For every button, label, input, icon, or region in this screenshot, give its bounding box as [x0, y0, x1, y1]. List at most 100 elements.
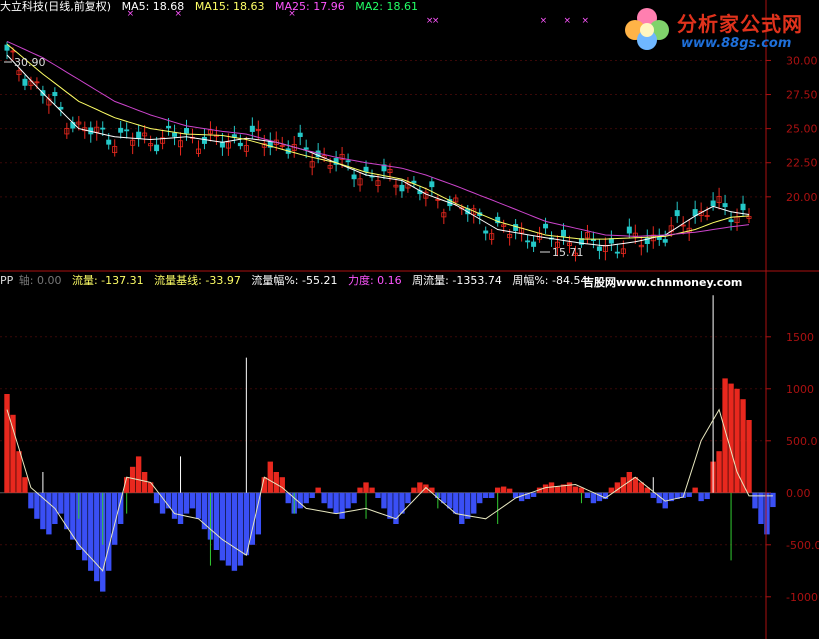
indicator-name: PP	[0, 274, 14, 287]
signal-mark: ×	[432, 16, 440, 26]
flow-value: 流量: -137.31	[71, 274, 144, 287]
flow-bar-positive	[16, 451, 22, 493]
flow-bar-negative	[183, 492, 190, 514]
flow-bar-positive	[566, 482, 573, 493]
logo-88gs: 分析家公式网 www.88gs.com	[619, 4, 815, 54]
flow-bar-negative	[447, 492, 453, 509]
ma5-value: MA5: 18.68	[121, 0, 185, 13]
flow-bar-positive	[692, 487, 698, 493]
flow-bar-positive	[315, 487, 321, 493]
flow-bar-positive	[279, 477, 285, 493]
flow-bar-positive	[10, 414, 16, 493]
logo-url: www.88gs.com	[681, 36, 792, 51]
ind-tick-label: 500.0	[786, 435, 818, 448]
flow-bar-negative	[195, 492, 202, 519]
flow-bar-negative	[34, 492, 40, 519]
ma15-value: MA15: 18.63	[194, 0, 265, 13]
candle-down	[351, 174, 357, 180]
candle-down	[106, 139, 112, 145]
flow-bar-positive	[572, 486, 579, 493]
candle-down	[722, 203, 728, 208]
flow-bar-positive	[363, 482, 369, 493]
flow-bar-negative	[219, 492, 226, 561]
line-ma5	[6, 54, 750, 247]
flow-bar-positive	[369, 487, 375, 493]
flow-bar-negative	[459, 492, 465, 524]
stock-title: 大立科技(日线,前复权)	[0, 0, 112, 13]
flow-bar-positive	[4, 394, 10, 493]
line-ma15	[6, 43, 750, 240]
flow-bar-negative	[345, 492, 351, 509]
flow-bar-negative	[58, 492, 64, 514]
candle-down	[543, 223, 549, 229]
flow-bar-negative	[231, 492, 238, 571]
flow-bar-negative	[94, 492, 100, 582]
ma25-value: MA25: 17.96	[275, 0, 345, 13]
flow-bar-positive	[267, 461, 273, 493]
candle-down	[429, 181, 435, 188]
flow-bar-negative	[82, 492, 88, 561]
candle-down	[561, 229, 566, 237]
candle-down	[513, 224, 519, 231]
candle-down	[710, 200, 716, 207]
flow-bar-negative	[453, 492, 459, 514]
flow-base-value: 流量基线: -33.97	[154, 274, 241, 287]
flow-bar-negative	[321, 492, 327, 504]
flow-bar-negative	[489, 492, 495, 498]
candle-down	[656, 236, 662, 240]
flow-bar-negative	[477, 492, 483, 504]
candle-down	[201, 136, 207, 144]
flow-bar-negative	[237, 492, 244, 566]
flow-bar-negative	[387, 492, 393, 519]
candle-down	[22, 78, 28, 86]
stock-chart: 30.0027.5025.0022.5020.00× × ××× × × × 150010…	[0, 0, 819, 639]
week-pct-value: 周幅%: -84.54	[512, 274, 588, 287]
candle-down	[166, 125, 172, 129]
flow-pct-value: 流量幅%: -55.21	[251, 274, 338, 287]
candle-down	[100, 127, 106, 130]
candle-down	[626, 226, 632, 234]
flow-bar-negative	[339, 492, 345, 519]
price-tick-label: 27.50	[786, 89, 818, 102]
ind-tick-label: 1500	[786, 331, 814, 344]
flow-bar-negative	[770, 492, 776, 508]
price-tick-label: 30.00	[786, 54, 818, 67]
flow-bar-negative	[171, 492, 178, 519]
candle-down	[136, 131, 142, 139]
flow-bar-negative	[327, 492, 333, 509]
flow-bar-positive	[411, 487, 417, 493]
flow-bar-negative	[351, 492, 357, 504]
candle-down	[614, 251, 620, 254]
flow-bar-negative	[46, 492, 52, 535]
price-header: 大立科技(日线,前复权) MA5: 18.68 MA15: 18.63 MA25…	[0, 0, 425, 13]
flow-bar-positive	[494, 487, 501, 493]
candle-down	[118, 127, 124, 133]
candle-down	[363, 166, 369, 172]
flow-bar-positive	[141, 472, 148, 493]
flow-bar-positive	[554, 486, 561, 493]
flow-bar-negative	[297, 492, 303, 509]
flow-bar-positive	[734, 388, 740, 493]
watermark-chnmoney: 吉股网www.chnmoney.com	[583, 276, 743, 289]
flow-bar-positive	[716, 451, 722, 493]
ma2-value: MA2: 18.61	[355, 0, 418, 13]
ind-tick-label: -500.0	[786, 539, 819, 552]
candle-down	[399, 184, 405, 192]
signal-mark: ×	[581, 16, 589, 26]
line-ma25	[6, 40, 750, 237]
flow-bar-negative	[106, 492, 112, 571]
flow-bar-positive	[740, 399, 746, 493]
flow-bar-positive	[500, 486, 507, 493]
flow-bar-negative	[255, 492, 262, 535]
flow-bar-negative	[530, 492, 537, 497]
flow-bar-negative	[153, 492, 160, 504]
indicator-header: PP 轴: 0.00 流量: -137.31 流量基线: -33.97 流量幅%…	[0, 274, 594, 287]
flow-bar-positive	[129, 466, 136, 493]
flow-bar-positive	[746, 420, 752, 493]
candle-down	[483, 230, 489, 234]
low-price-label: 15.71	[552, 246, 584, 259]
flow-bar-negative	[405, 492, 411, 504]
candle-down	[52, 92, 58, 97]
flower-logo-icon	[625, 8, 669, 50]
axis-frame	[0, 0, 819, 639]
